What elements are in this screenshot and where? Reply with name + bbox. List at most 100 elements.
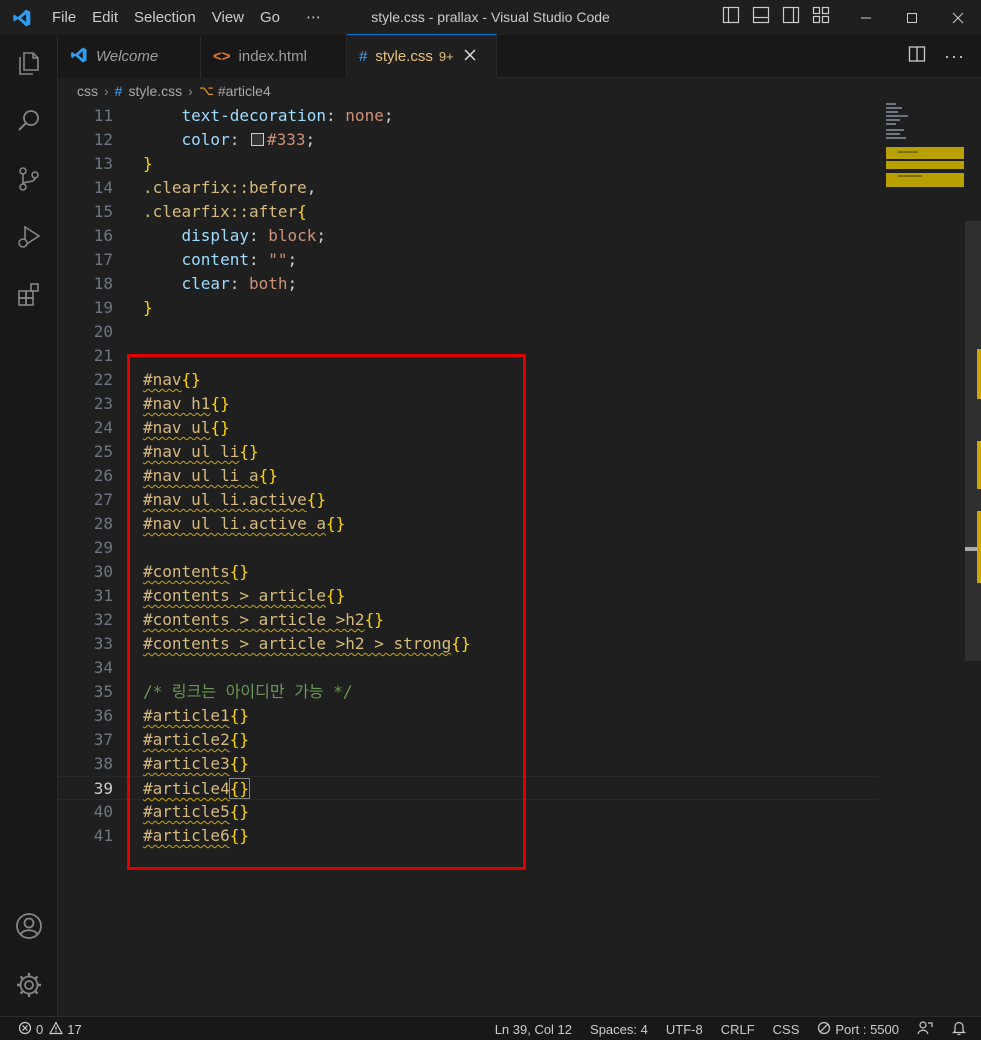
line-code: clear: both; (181, 274, 298, 293)
extensions-icon[interactable] (0, 271, 58, 319)
code-line[interactable]: 19} (58, 296, 878, 320)
line-number: 33 (93, 634, 113, 653)
line-code: color: #333; (181, 130, 316, 149)
status-right-items: Ln 39, Col 12 Spaces: 4 UTF-8 CRLF CSS P… (495, 1017, 967, 1040)
color-swatch[interactable] (250, 133, 264, 146)
notifications-bell-icon[interactable] (951, 1020, 967, 1039)
cursor-position[interactable]: Ln 39, Col 12 (495, 1022, 572, 1037)
line-number: 35 (93, 682, 113, 701)
line-number: 11 (93, 106, 113, 125)
line-ending[interactable]: CRLF (721, 1022, 755, 1037)
tab-style-css[interactable]: # style.css 9+ (347, 34, 497, 78)
code-line[interactable]: 13} (58, 152, 878, 176)
accounts-icon[interactable] (0, 902, 58, 950)
css-hash-icon: # (114, 83, 123, 99)
chevron-right-icon: › (104, 83, 109, 99)
maximize-icon[interactable] (889, 0, 935, 35)
menu-view[interactable]: View (204, 0, 252, 35)
status-bar: 0 17 Ln 39, Col 12 Spaces: 4 UTF-8 CRLF … (0, 1016, 981, 1040)
close-tab-icon[interactable] (464, 48, 476, 65)
line-number: 14 (93, 178, 113, 197)
line-number: 22 (93, 370, 113, 389)
minimap-preview (886, 103, 964, 187)
line-number: 32 (93, 610, 113, 629)
settings-gear-icon[interactable] (0, 961, 58, 1009)
menu-bar: File Edit Selection View Go ⋯ (44, 0, 329, 35)
toggle-secondary-sidebar-icon[interactable] (782, 6, 800, 29)
code-line[interactable]: 18 clear: both; (58, 272, 878, 296)
code-line[interactable]: 15 .clearfix::after{ (58, 200, 878, 224)
tab-index-html[interactable]: <> index.html (201, 35, 347, 78)
language-mode[interactable]: CSS (773, 1022, 800, 1037)
no-entry-icon (817, 1021, 831, 1038)
tab-welcome[interactable]: Welcome (58, 35, 201, 78)
breadcrumb-folder[interactable]: css (77, 83, 98, 99)
layout-controls (722, 0, 830, 35)
css-hash-icon: # (359, 48, 368, 65)
code-line[interactable]: 20 (58, 320, 878, 344)
indentation[interactable]: Spaces: 4 (590, 1022, 648, 1037)
close-icon[interactable] (935, 0, 981, 35)
vertical-scrollbar[interactable] (965, 103, 981, 1016)
line-number: 16 (93, 226, 113, 245)
line-code: content: ""; (181, 250, 298, 269)
tab-label: style.css (375, 48, 433, 65)
line-number: 34 (93, 658, 113, 677)
minimap[interactable] (884, 103, 964, 1016)
line-number: 13 (93, 154, 113, 173)
split-editor-icon[interactable] (908, 45, 926, 68)
breadcrumb-file[interactable]: style.css (128, 83, 182, 99)
code-editor[interactable]: 11 text-decoration: none; 12 color: #333;… (58, 103, 981, 1016)
code-line[interactable]: 16 display: block; (58, 224, 878, 248)
vscode-logo-icon (0, 0, 44, 35)
line-number: 21 (93, 346, 113, 365)
title-bar: File Edit Selection View Go ⋯ style.css … (0, 0, 981, 35)
line-number: 24 (93, 418, 113, 437)
line-number: 41 (93, 826, 113, 845)
more-actions-icon[interactable]: ··· (944, 46, 965, 67)
breadcrumb: css › # style.css › ⌥ #article4 (58, 79, 981, 103)
toggle-primary-sidebar-icon[interactable] (722, 6, 740, 29)
encoding[interactable]: UTF-8 (666, 1022, 703, 1037)
menu-go[interactable]: Go (252, 0, 288, 35)
error-icon (18, 1021, 32, 1038)
line-number: 12 (93, 130, 113, 149)
problems-summary[interactable]: 0 17 (18, 1017, 82, 1040)
run-debug-icon[interactable] (0, 213, 58, 261)
search-icon[interactable] (0, 97, 58, 145)
menu-edit[interactable]: Edit (84, 0, 126, 35)
line-code: } (143, 298, 153, 317)
line-number: 40 (93, 802, 113, 821)
menu-more[interactable]: ⋯ (288, 0, 329, 35)
vscode-icon (70, 46, 88, 68)
breadcrumb-symbol[interactable]: #article4 (218, 83, 271, 99)
line-number: 36 (93, 706, 113, 725)
explorer-icon[interactable] (0, 39, 58, 87)
warning-marker (977, 349, 981, 399)
warning-icon (49, 1020, 64, 1038)
highlight-annotation-box (127, 354, 526, 870)
customize-layout-icon[interactable] (812, 6, 830, 29)
accounts-feedback-icon[interactable] (917, 1020, 933, 1039)
port-label: Port : 5500 (835, 1021, 899, 1037)
menu-selection[interactable]: Selection (126, 0, 204, 35)
line-number: 26 (93, 466, 113, 485)
line-number: 30 (93, 562, 113, 581)
minimize-icon[interactable] (843, 0, 889, 35)
code-line[interactable]: 17 content: ""; (58, 248, 878, 272)
live-server-port[interactable]: Port : 5500 (817, 1021, 899, 1038)
code-line[interactable]: 14 .clearfix::before, (58, 176, 878, 200)
code-line[interactable]: 11 text-decoration: none; (58, 104, 878, 128)
source-control-icon[interactable] (0, 155, 58, 203)
activity-bar (0, 35, 58, 1016)
line-number: 28 (93, 514, 113, 533)
menu-file[interactable]: File (44, 0, 84, 35)
line-code: text-decoration: none; (181, 106, 394, 125)
line-number: 31 (93, 586, 113, 605)
line-code: display: block; (181, 226, 327, 245)
tab-label: index.html (238, 48, 307, 65)
toggle-panel-icon[interactable] (752, 6, 770, 29)
code-line[interactable]: 12 color: #333; (58, 128, 878, 152)
editor-tabs: Welcome <> index.html # style.css 9+ ··· (58, 34, 981, 78)
line-number: 18 (93, 274, 113, 293)
